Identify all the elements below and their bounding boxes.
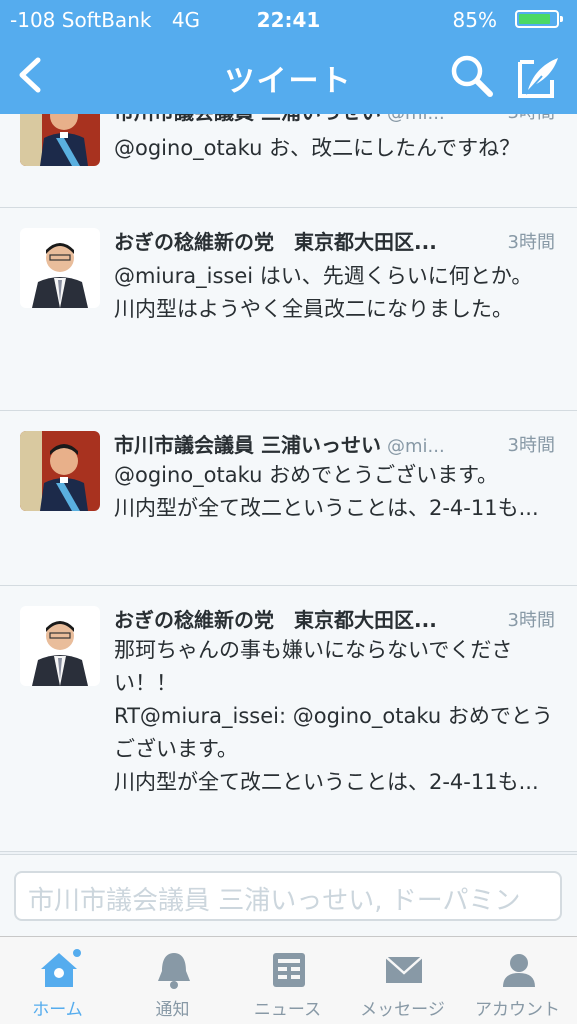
tweet-text: @ogino_otaku お、改二にしたんですね？	[114, 136, 521, 160]
avatar-miura[interactable]	[20, 114, 100, 166]
battery-percent: 85%	[452, 8, 497, 32]
news-icon	[273, 953, 305, 987]
tweet-author[interactable]: おぎの稔維新の党 東京都大田区...	[114, 226, 437, 255]
avatar-ogino[interactable]	[20, 606, 100, 686]
tweet-author[interactable]: おぎの稔維新の党 東京都大田区...	[114, 604, 437, 633]
tab-label: 通知	[155, 1000, 190, 1020]
author-name: おぎの稔維新の党 東京都大田区...	[114, 230, 437, 254]
avatar-image	[20, 114, 100, 166]
tweet-text: @miura_issei はい、先週くらいに何とか。 川内型はようやく全員改二に…	[114, 264, 533, 321]
bell-icon	[158, 953, 190, 989]
avatar-miura[interactable]	[20, 431, 100, 511]
avatar-image	[20, 228, 100, 308]
tweet-author[interactable]: 市川市議会議員 三浦いっせい @mi...	[114, 114, 445, 125]
tweet-item[interactable]: 市川市議会議員 三浦いっせい @mi... 3時間 @ogino_otaku おめ…	[0, 411, 577, 586]
tab-label: ホーム	[32, 1000, 83, 1020]
author-handle: @mi...	[386, 436, 445, 457]
tab-label: アカウント	[475, 1000, 560, 1020]
author-name: おぎの稔維新の党 東京都大田区...	[114, 608, 437, 632]
search-button[interactable]	[448, 52, 496, 100]
tab-bar: ホーム 通知 ニュース メッセージ アカウント	[0, 936, 577, 1024]
battery-nub	[560, 16, 563, 22]
tab-messages[interactable]: メッセージ	[345, 937, 460, 1024]
tweet-author[interactable]: 市川市議会議員 三浦いっせい@mi...	[114, 429, 445, 458]
navigation-bar: ツイート	[0, 40, 577, 112]
tab-home[interactable]: ホーム	[0, 937, 115, 1024]
search-icon	[451, 55, 493, 97]
tab-account[interactable]: アカウント	[460, 937, 575, 1024]
tab-notifications[interactable]: 通知	[115, 937, 230, 1024]
author-handle: @mi...	[387, 114, 445, 124]
tweet-time: 3時間	[507, 232, 555, 253]
person-icon	[503, 954, 535, 987]
reply-bar: 市川市議会議員 三浦いっせい, ドーパミン	[0, 854, 577, 936]
tab-label: ニュース	[253, 1000, 322, 1020]
tweet-time: 3時間	[507, 435, 555, 456]
avatar-image	[20, 431, 100, 511]
tweet-item[interactable]: おぎの稔維新の党 東京都大田区... 3時間 那珂ちゃんの事も嫌いにならないでく…	[0, 586, 577, 852]
author-name: 市川市議会議員 三浦いっせい	[114, 114, 381, 124]
battery-icon	[515, 10, 563, 28]
tab-label: メッセージ	[360, 1000, 445, 1020]
tweet-time: 3時間	[508, 114, 555, 124]
tweet-item[interactable]: おぎの稔維新の党 東京都大田区... 3時間 @miura_issei はい、先…	[0, 208, 577, 411]
home-icon	[41, 949, 81, 987]
status-bar: -108 SoftBank 4G 22:41 85%	[0, 0, 577, 38]
avatar-image	[20, 606, 100, 686]
conversation-feed[interactable]: 市川市議会議員 三浦いっせい@mi... 3時間 @ogino_otaku お、…	[0, 114, 577, 854]
reply-input[interactable]: 市川市議会議員 三浦いっせい, ドーパミン	[14, 871, 562, 921]
top-bar: -108 SoftBank 4G 22:41 85% ツイート	[0, 0, 577, 114]
tab-news[interactable]: ニュース	[230, 937, 345, 1024]
tweet-text: @ogino_otaku おめでとうございます。 川内型が全て改二ということは、…	[114, 463, 539, 520]
tweet-text: 那珂ちゃんの事も嫌いにならないでください！！ RT@miura_issei: @…	[114, 638, 553, 794]
tweet-time: 3時間	[507, 610, 555, 631]
battery-fill	[519, 14, 550, 24]
compose-icon	[518, 58, 558, 98]
author-name: 市川市議会議員 三浦いっせい	[114, 433, 381, 457]
compose-button[interactable]	[512, 52, 562, 102]
envelope-icon	[385, 956, 423, 983]
avatar-ogino[interactable]	[20, 228, 100, 308]
tweet-item[interactable]: 市川市議会議員 三浦いっせい @mi... 3時間 @ogino_otaku お、…	[0, 114, 577, 208]
